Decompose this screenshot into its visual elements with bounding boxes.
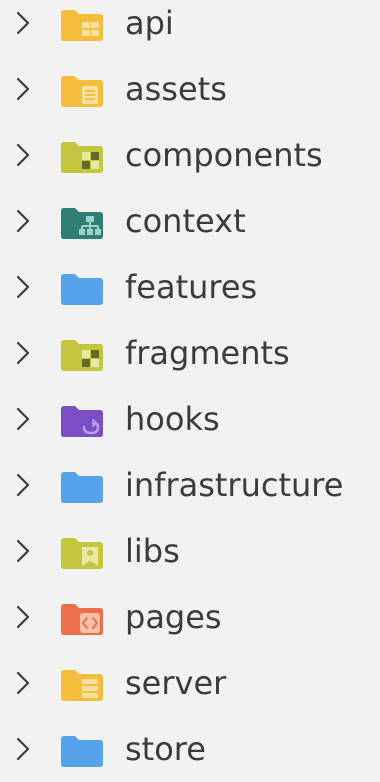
tree-item-label: hooks — [125, 400, 220, 438]
tree-item-label: server — [125, 664, 227, 702]
chevron-right-icon[interactable] — [14, 405, 32, 433]
chevron-right-icon[interactable] — [14, 537, 32, 565]
tree-item-infrastructure[interactable]: infrastructure — [0, 452, 380, 518]
tree-item-features[interactable]: features — [0, 254, 380, 320]
chevron-right-icon[interactable] — [14, 339, 32, 367]
tree-item-label: context — [125, 202, 246, 240]
folder-components-icon — [60, 140, 104, 174]
folder-fragments-icon — [60, 338, 104, 372]
chevron-right-icon[interactable] — [14, 75, 32, 103]
tree-item-server[interactable]: server — [0, 650, 380, 716]
tree-item-context[interactable]: context — [0, 188, 380, 254]
tree-item-hooks[interactable]: hooks — [0, 386, 380, 452]
folder-context-icon — [60, 206, 104, 240]
folder-api-icon — [60, 8, 104, 42]
folder-server-icon — [60, 668, 104, 702]
chevron-right-icon[interactable] — [14, 9, 32, 37]
folder-libs-icon — [60, 536, 104, 570]
chevron-right-icon[interactable] — [14, 471, 32, 499]
chevron-right-icon[interactable] — [14, 669, 32, 697]
folder-icon — [60, 734, 104, 768]
tree-item-libs[interactable]: libs — [0, 518, 380, 584]
tree-item-components[interactable]: components — [0, 122, 380, 188]
tree-item-label: fragments — [125, 334, 290, 372]
folder-assets-icon — [60, 74, 104, 108]
tree-item-label: store — [125, 730, 206, 768]
chevron-right-icon[interactable] — [14, 603, 32, 631]
chevron-right-icon[interactable] — [14, 273, 32, 301]
tree-item-label: assets — [125, 70, 227, 108]
chevron-right-icon[interactable] — [14, 735, 32, 763]
folder-icon — [60, 272, 104, 306]
tree-item-label: components — [125, 136, 323, 174]
tree-item-label: pages — [125, 598, 222, 636]
tree-item-pages[interactable]: pages — [0, 584, 380, 650]
tree-item-label: features — [125, 268, 258, 306]
tree-item-label: api — [125, 4, 174, 42]
tree-item-api[interactable]: api — [0, 0, 380, 56]
tree-item-fragments[interactable]: fragments — [0, 320, 380, 386]
folder-hooks-icon — [60, 404, 104, 438]
tree-item-store[interactable]: store — [0, 716, 380, 782]
tree-item-label: infrastructure — [125, 466, 344, 504]
folder-pages-icon — [60, 602, 104, 636]
tree-item-label: libs — [125, 532, 180, 570]
tree-item-assets[interactable]: assets — [0, 56, 380, 122]
folder-icon — [60, 470, 104, 504]
chevron-right-icon[interactable] — [14, 141, 32, 169]
chevron-right-icon[interactable] — [14, 207, 32, 235]
file-explorer-tree: api assets components context features f… — [0, 0, 380, 774]
